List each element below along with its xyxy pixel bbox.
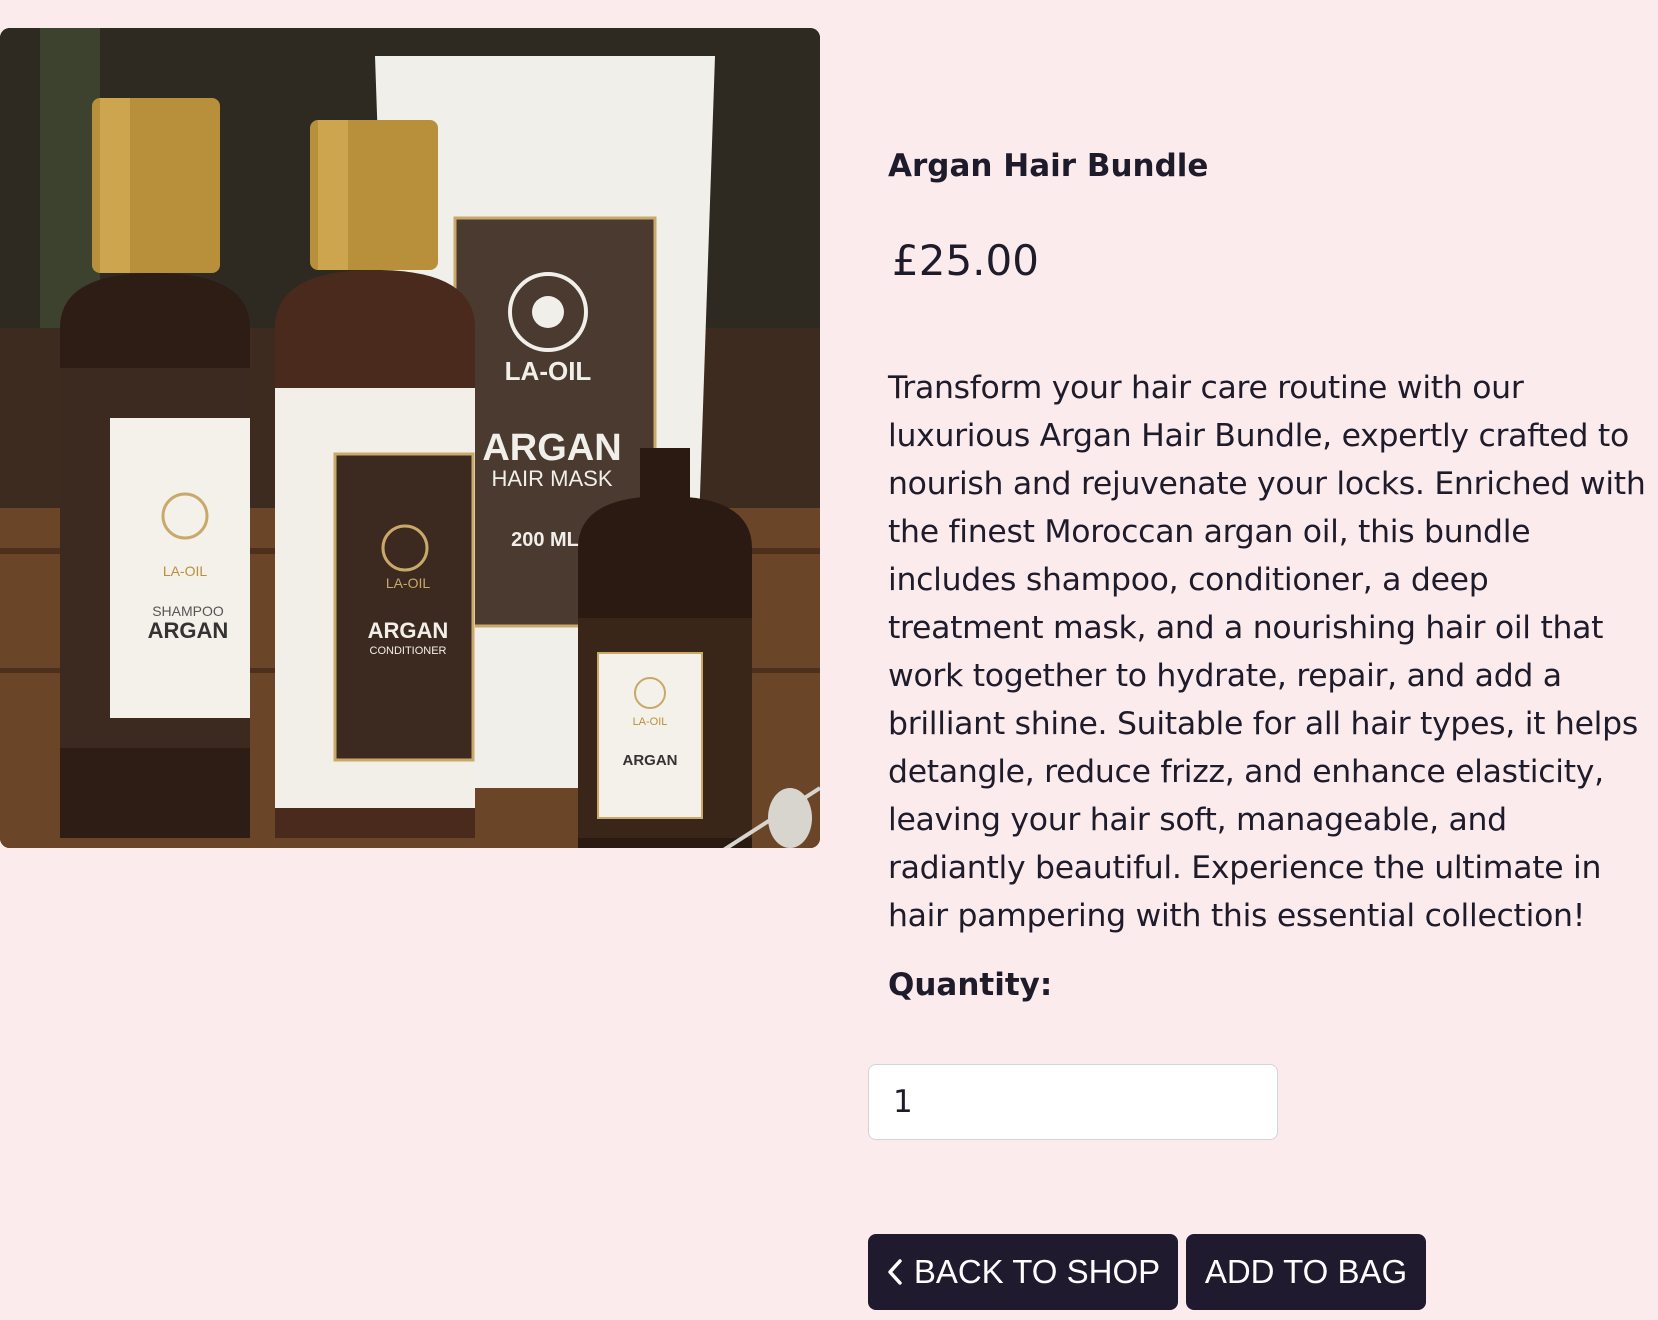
add-to-bag-label: ADD TO BAG — [1204, 1253, 1408, 1290]
back-to-shop-button[interactable]: BACK TO SHOP — [868, 1234, 1178, 1310]
mask-brand-text: LA-OIL — [505, 356, 592, 386]
product-photo: LA-OIL ARGAN HAIR MASK 200 ML LA-OIL SHA… — [0, 28, 820, 848]
add-to-bag-button[interactable]: ADD TO BAG — [1186, 1234, 1426, 1310]
mask-sub-text: HAIR MASK — [491, 466, 612, 491]
mask-main-text: ARGAN — [482, 427, 621, 469]
shampoo-brand-text: LA-OIL — [163, 563, 208, 579]
shampoo-top-text: SHAMPOO — [152, 603, 224, 619]
conditioner-main-text: ARGAN — [368, 618, 449, 643]
product-price: £25.00 — [892, 236, 1039, 285]
oil-brand-text: LA-OIL — [633, 716, 668, 728]
product-name: Argan Hair Bundle — [888, 148, 1209, 184]
chevron-left-icon — [888, 1259, 902, 1285]
product-image: LA-OIL ARGAN HAIR MASK 200 ML LA-OIL SHA… — [0, 28, 820, 848]
shampoo-main-text: ARGAN — [148, 618, 229, 643]
oil-main-text: ARGAN — [623, 752, 678, 769]
product-description: Transform your hair care routine with ou… — [888, 370, 1646, 934]
quantity-input[interactable] — [868, 1064, 1278, 1140]
quantity-label: Quantity: — [888, 967, 1053, 1003]
mask-size-text: 200 ML — [511, 529, 579, 551]
product-detail-page: LA-OIL ARGAN HAIR MASK 200 ML LA-OIL SHA… — [0, 0, 1658, 1320]
back-to-shop-label: BACK TO SHOP — [913, 1253, 1161, 1290]
conditioner-sub-text: CONDITIONER — [370, 645, 447, 657]
conditioner-brand-text: LA-OIL — [386, 575, 431, 591]
